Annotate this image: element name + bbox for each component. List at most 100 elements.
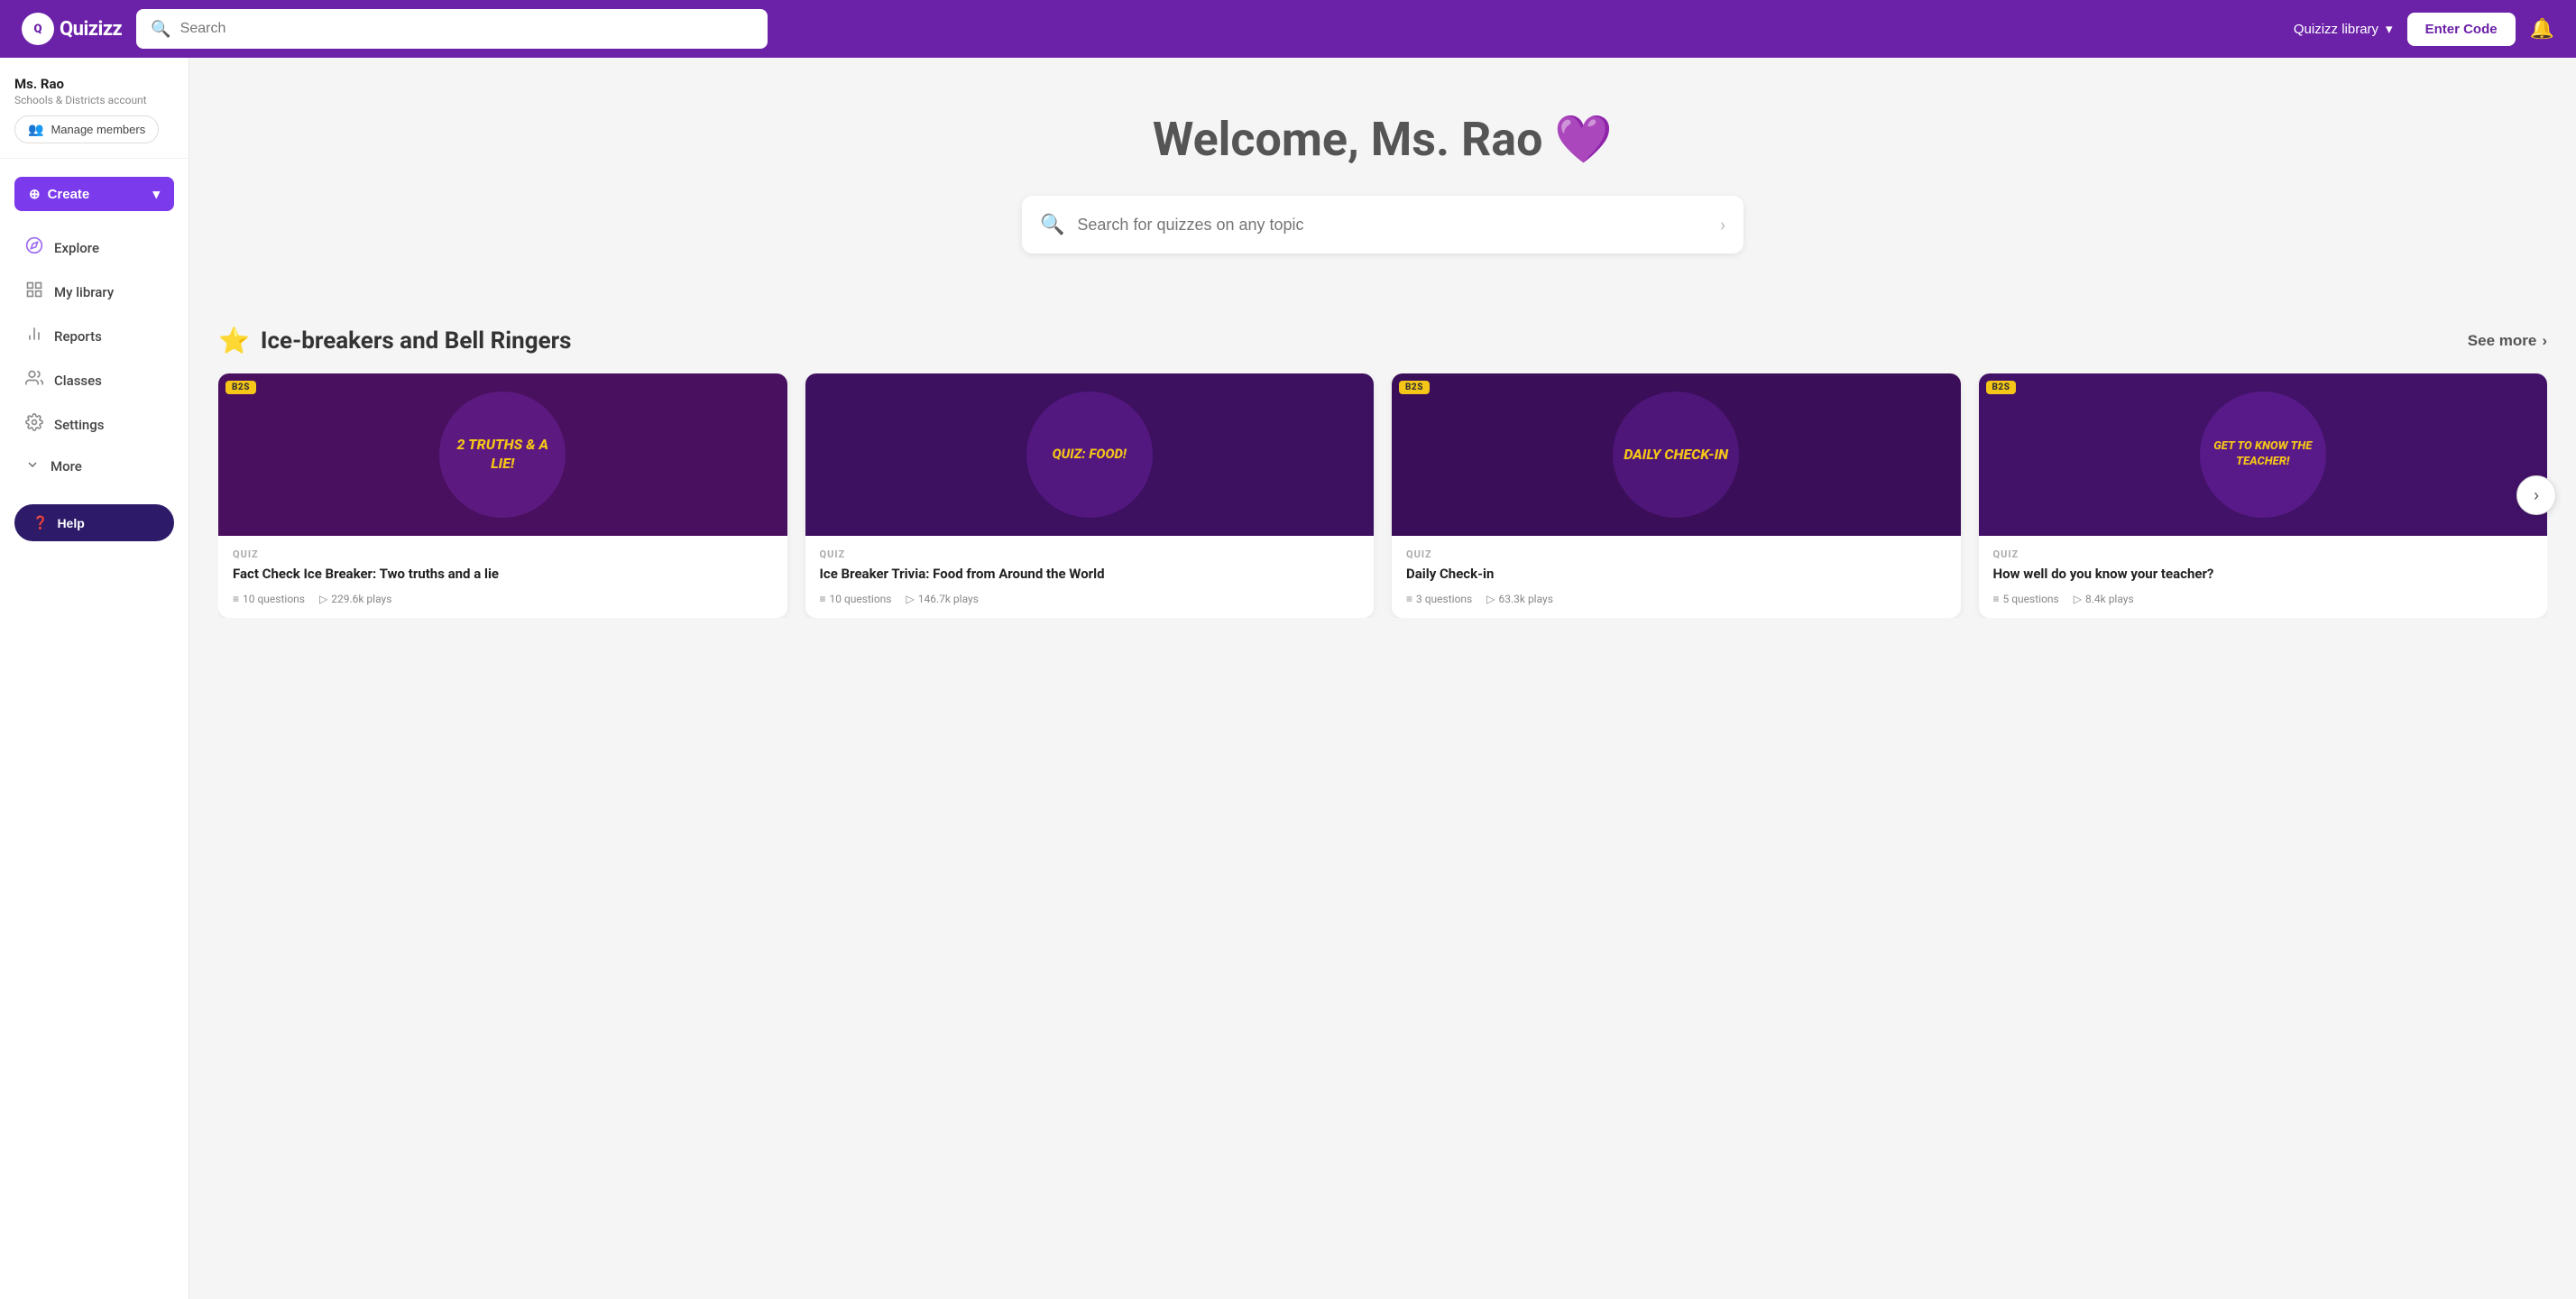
nav-right: Quizizz library ▾ Enter Code 🔔 (2294, 13, 2554, 46)
library-label: Quizizz library (2294, 22, 2378, 37)
quiz-grid: 2 truths & a lie! B2S QUIZ Fact Check Ic… (218, 373, 2547, 618)
welcome-title: Welcome, Ms. Rao 💜 (225, 112, 2540, 167)
hero-search-input[interactable] (1077, 216, 1707, 235)
quiz-title-4: How well do you know your teacher? (1993, 566, 2534, 584)
create-button[interactable]: ⊕ Create ▾ (14, 177, 174, 211)
play-icon-2: ▷ (906, 593, 914, 605)
search-input[interactable] (180, 21, 754, 37)
help-button[interactable]: ❓ Help (14, 504, 174, 541)
quiz-info-3: QUIZ Daily Check-in ≡ 3 questions ▷ 63.3… (1392, 536, 1961, 618)
play-icon-1: ▷ (319, 593, 327, 605)
questions-1: ≡ 10 questions (233, 593, 305, 605)
quiz-info-4: QUIZ How well do you know your teacher? … (1979, 536, 2548, 618)
more-label: More (51, 458, 82, 474)
plays-text-1: 229.6k plays (331, 593, 391, 605)
quiz-type-2: QUIZ (820, 548, 1360, 560)
reports-label: Reports (54, 328, 102, 345)
quiz-title-2: Ice Breaker Trivia: Food from Around the… (820, 566, 1360, 584)
sidebar-item-more[interactable]: More (7, 447, 181, 486)
quiz-thumbnail-4: Get to know THE TEACHER! B2S (1979, 373, 2548, 536)
questions-3: ≡ 3 questions (1406, 593, 1472, 605)
sidebar-item-library[interactable]: My library (7, 270, 181, 314)
chevron-down-icon: ▾ (152, 186, 160, 202)
people-icon: 👥 (28, 122, 43, 137)
settings-icon (25, 413, 43, 436)
quiz-title-3: Daily Check-in (1406, 566, 1946, 584)
plays-text-3: 63.3k plays (1498, 593, 1552, 605)
quiz-meta-2: ≡ 10 questions ▷ 146.7k plays (820, 593, 1360, 605)
quiz-title-1: Fact Check Ice Breaker: Two truths and a… (233, 566, 773, 584)
search-icon: 🔍 (1040, 214, 1064, 236)
arrow-right-icon: › (1720, 214, 1725, 235)
plays-2: ▷ 146.7k plays (906, 593, 978, 605)
explore-label: Explore (54, 240, 99, 256)
create-label: Create (48, 187, 90, 202)
see-more-label: See more (2468, 332, 2537, 350)
logo-text: Quizizz (60, 18, 122, 41)
section-title: ⭐ Ice-breakers and Bell Ringers (218, 326, 572, 355)
b2s-badge-1: B2S (225, 381, 256, 394)
quiz-type-4: QUIZ (1993, 548, 2534, 560)
welcome-text: Welcome, Ms. Rao (1153, 112, 1543, 167)
list-icon-4: ≡ (1993, 593, 2000, 605)
thumb-text-1: 2 truths & a lie! (439, 428, 566, 481)
hero-search-bar[interactable]: 🔍 › (1022, 196, 1743, 253)
search-icon: 🔍 (151, 20, 170, 39)
sidebar-item-reports[interactable]: Reports (7, 314, 181, 358)
notification-button[interactable]: 🔔 (2530, 17, 2554, 41)
questions-2: ≡ 10 questions (820, 593, 892, 605)
quiz-meta-1: ≡ 10 questions ▷ 229.6k plays (233, 593, 773, 605)
user-name: Ms. Rao (14, 76, 174, 92)
quiz-thumbnail-3: Daily check-in B2S (1392, 373, 1961, 536)
questions-4: ≡ 5 questions (1993, 593, 2059, 605)
plays-text-4: 8.4k plays (2085, 593, 2134, 605)
thumb-circle-2: QUIZ: Food! (1026, 392, 1153, 518)
main-content: Welcome, Ms. Rao 💜 🔍 › ⭐ Ice-breakers an… (189, 58, 2576, 1299)
library-icon (25, 281, 43, 303)
sidebar-item-explore[interactable]: Explore (7, 226, 181, 270)
sidebar-item-settings[interactable]: Settings (7, 402, 181, 447)
reports-icon (25, 325, 43, 347)
b2s-badge-3: B2S (1399, 381, 1430, 394)
chevron-down-icon: ▾ (2386, 21, 2393, 37)
library-dropdown-button[interactable]: Quizizz library ▾ (2294, 21, 2393, 37)
main-layout: Ms. Rao Schools & Districts account 👥 Ma… (0, 58, 2576, 1299)
logo[interactable]: Q Quizizz (22, 13, 122, 45)
logo-abbr: Q (34, 23, 42, 36)
quiz-card-3[interactable]: Daily check-in B2S QUIZ Daily Check-in ≡… (1392, 373, 1961, 618)
plus-circle-icon: ⊕ (29, 186, 41, 202)
quiz-card-2[interactable]: QUIZ: Food! QUIZ Ice Breaker Trivia: Foo… (805, 373, 1375, 618)
quiz-card-4[interactable]: Get to know THE TEACHER! B2S QUIZ How we… (1979, 373, 2548, 618)
top-search-bar[interactable]: 🔍 (136, 9, 768, 49)
create-button-left: ⊕ Create (29, 186, 89, 202)
thumb-circle-1: 2 truths & a lie! (439, 392, 566, 518)
quiz-grid-wrapper: 2 truths & a lie! B2S QUIZ Fact Check Ic… (218, 373, 2547, 618)
quiz-meta-3: ≡ 3 questions ▷ 63.3k plays (1406, 593, 1946, 605)
manage-members-button[interactable]: 👥 Manage members (14, 115, 159, 143)
list-icon-3: ≡ (1406, 593, 1412, 605)
quiz-thumbnail-2: QUIZ: Food! (805, 373, 1375, 536)
thumb-text-3: Daily check-in (1616, 438, 1735, 472)
thumb-text-2: QUIZ: Food! (1045, 438, 1134, 471)
welcome-section: Welcome, Ms. Rao 💜 🔍 › (189, 58, 2576, 290)
quiz-info-1: QUIZ Fact Check Ice Breaker: Two truths … (218, 536, 787, 618)
questions-text-4: 5 questions (2003, 593, 2059, 605)
thumb-circle-3: Daily check-in (1613, 392, 1739, 518)
sidebar-item-classes[interactable]: Classes (7, 358, 181, 402)
thumb-circle-4: Get to know THE TEACHER! (2200, 392, 2326, 518)
logo-circle: Q (22, 13, 54, 45)
bell-icon: 🔔 (2530, 17, 2554, 40)
quiz-card-1[interactable]: 2 truths & a lie! B2S QUIZ Fact Check Ic… (218, 373, 787, 618)
next-arrow-button[interactable]: › (2516, 475, 2556, 515)
quiz-type-3: QUIZ (1406, 548, 1946, 560)
quiz-type-1: QUIZ (233, 548, 773, 560)
questions-text-2: 10 questions (830, 593, 892, 605)
see-more-button[interactable]: See more › (2468, 332, 2547, 350)
enter-code-button[interactable]: Enter Code (2407, 13, 2516, 46)
b2s-badge-4: B2S (1986, 381, 2017, 394)
chevron-down-icon (25, 457, 40, 475)
plays-3: ▷ 63.3k plays (1486, 593, 1553, 605)
manage-members-label: Manage members (51, 123, 145, 136)
plays-1: ▷ 229.6k plays (319, 593, 391, 605)
section-header: ⭐ Ice-breakers and Bell Ringers See more… (218, 326, 2547, 355)
